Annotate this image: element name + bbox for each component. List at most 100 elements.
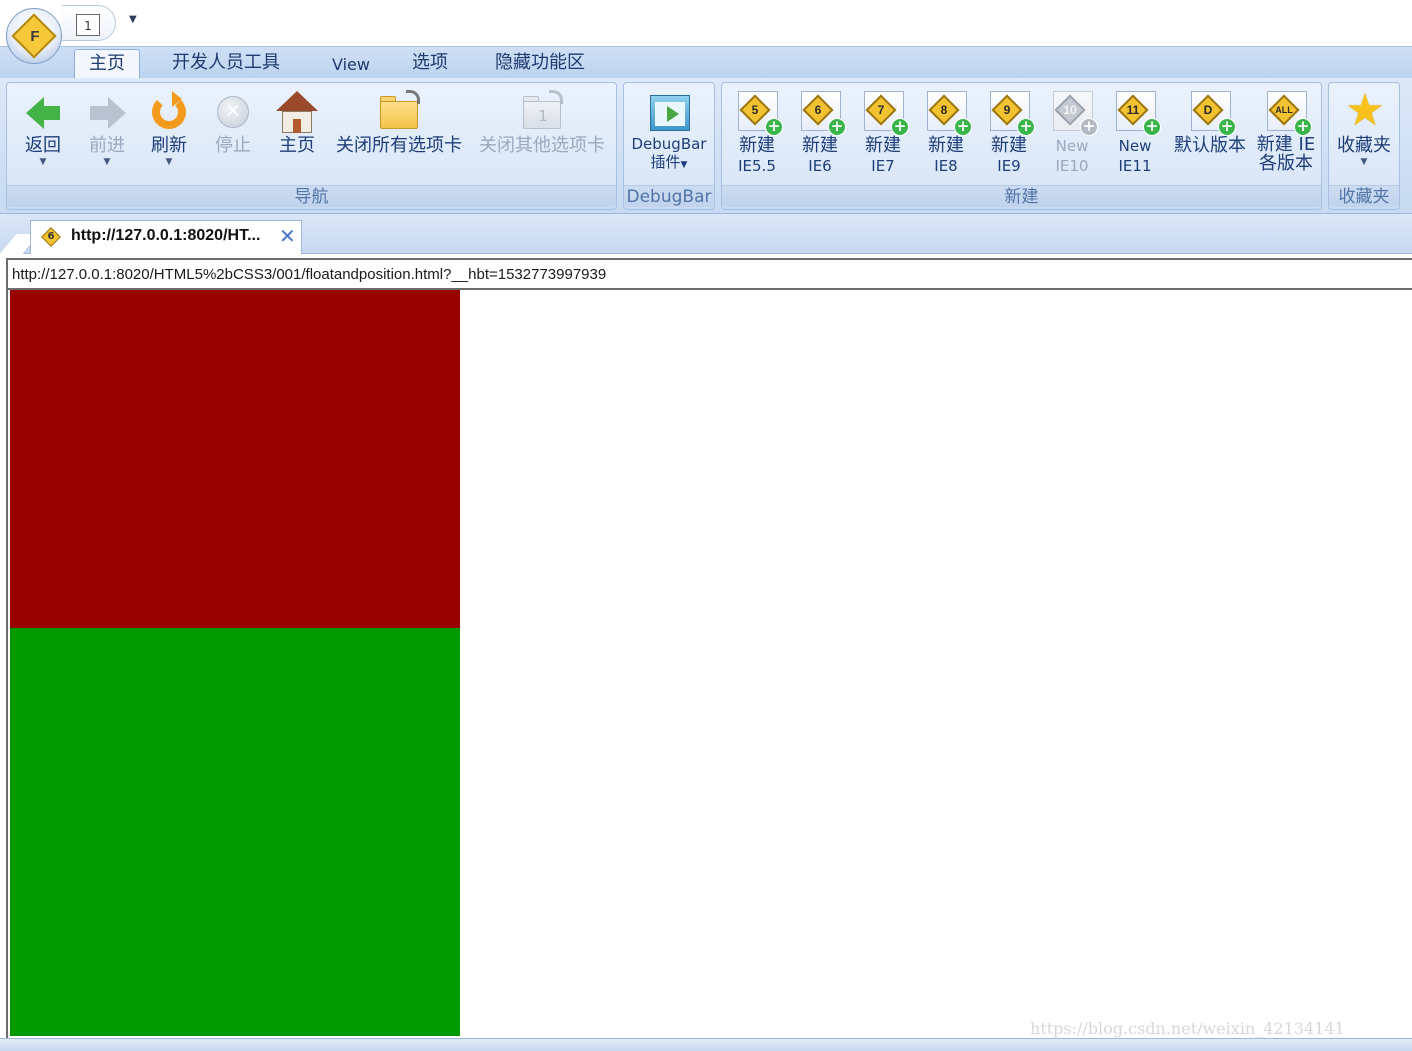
tab-home[interactable]: 主页 (74, 49, 140, 79)
favorites-button[interactable]: ★ 收藏夹 ▼ (1331, 87, 1397, 181)
default-version-label: 默认版本 (1174, 135, 1246, 156)
new-ie55-button[interactable]: 5 + 新建 IE5.5 (728, 87, 786, 181)
green-box (10, 628, 460, 1036)
refresh-label: 刷新 (151, 135, 187, 156)
tab-hide-ribbon[interactable]: 隐藏功能区 (481, 49, 599, 79)
quick-access-new-tab-button[interactable]: 1 (62, 5, 116, 41)
debugbar-label-line1: DebugBar (631, 135, 707, 153)
title-bar: F 1 ▼ (0, 0, 1412, 64)
default-version-button[interactable]: D + 默认版本 (1169, 87, 1251, 181)
refresh-dropdown-icon[interactable]: ▼ (141, 157, 197, 167)
refresh-icon (146, 89, 192, 135)
ie-all-versions-icon: ALL + (1263, 89, 1312, 136)
new-ie10-button[interactable]: 10 + New IE10 (1043, 87, 1101, 181)
quick-access-dropdown-icon[interactable]: ▼ (129, 14, 137, 25)
new-ie11-label2: IE11 (1118, 157, 1152, 175)
new-ie8-label1: 新建 (928, 135, 964, 156)
red-box (10, 290, 460, 628)
ie7-icon: 7 + (860, 89, 909, 136)
debugbar-icon (646, 89, 692, 135)
close-all-tabs-button[interactable]: 关闭所有选项卡 (329, 87, 469, 181)
new-ie11-label1: New (1118, 137, 1152, 155)
forward-arrow-icon (84, 89, 130, 135)
new-ie-all-label2: 各版本 (1259, 153, 1313, 174)
navigation-group: 返回 ▼ 前进 ▼ 刷新 ▼ ✕ 停止 主页 关闭所有选项卡 1 关闭其他选项卡… (6, 82, 617, 210)
new-ie9-label1: 新建 (991, 135, 1027, 156)
new-ie7-button[interactable]: 7 + 新建 IE7 (854, 87, 912, 181)
folder-disabled-icon: 1 (519, 89, 565, 135)
new-ie9-label2: IE9 (997, 157, 1021, 175)
new-ie11-button[interactable]: 11 + New IE11 (1106, 87, 1164, 181)
address-input[interactable] (12, 262, 1402, 286)
close-other-tabs-button[interactable]: 1 关闭其他选项卡 (472, 87, 612, 181)
tab-options[interactable]: 选项 (398, 49, 462, 79)
refresh-button[interactable]: 刷新 ▼ (141, 87, 197, 181)
new-ie6-button[interactable]: 6 + 新建 IE6 (791, 87, 849, 181)
favorites-dropdown-icon[interactable]: ▼ (1331, 157, 1397, 167)
page-viewport (6, 290, 1412, 1038)
home-label: 主页 (279, 135, 315, 156)
navigation-group-label: 导航 (7, 185, 616, 207)
close-other-tabs-label: 关闭其他选项卡 (479, 135, 605, 156)
orb-letter: F (30, 28, 40, 45)
back-arrow-icon (20, 89, 66, 135)
new-ie6-label1: 新建 (802, 135, 838, 156)
browser-tab-active[interactable]: 6 http://127.0.0.1:8020/HT... ✕ (30, 220, 302, 254)
new-ie10-label1: New (1055, 137, 1089, 155)
back-dropdown-icon[interactable]: ▼ (15, 157, 71, 167)
browser-tab-strip: 6 http://127.0.0.1:8020/HT... ✕ (0, 214, 1412, 254)
favorites-group-label: 收藏夹 (1329, 185, 1399, 207)
folder-icon (376, 89, 422, 135)
new-tab-icon: 1 (76, 14, 100, 36)
close-all-tabs-label: 关闭所有选项卡 (336, 135, 462, 156)
favorites-group: ★ 收藏夹 ▼ 收藏夹 (1328, 82, 1400, 210)
new-ie10-label2: IE10 (1055, 157, 1089, 175)
ie11-icon: 11 + (1112, 89, 1161, 136)
close-tab-icon[interactable]: ✕ (279, 224, 296, 248)
forward-button[interactable]: 前进 ▼ (79, 87, 135, 181)
address-bar (6, 258, 1412, 290)
stop-label: 停止 (215, 135, 251, 156)
tab-view[interactable]: View (318, 51, 384, 81)
ribbon-body: 返回 ▼ 前进 ▼ 刷新 ▼ ✕ 停止 主页 关闭所有选项卡 1 关闭其他选项卡… (0, 78, 1412, 214)
debugbar-group: DebugBar 插件▼ DebugBar (623, 82, 715, 210)
stop-icon: ✕ (210, 89, 256, 135)
favorites-button-label: 收藏夹 (1337, 135, 1391, 156)
tab-developer-tools[interactable]: 开发人员工具 (158, 49, 294, 79)
debugbar-group-label: DebugBar (624, 185, 714, 207)
new-group-label: 新建 (722, 185, 1321, 207)
default-version-icon: D + (1187, 89, 1236, 136)
new-ie8-label2: IE8 (934, 157, 958, 175)
new-ie55-label2: IE5.5 (738, 157, 776, 175)
application-menu-button[interactable]: F (6, 8, 62, 64)
new-ie8-button[interactable]: 8 + 新建 IE8 (917, 87, 975, 181)
back-label: 返回 (25, 135, 61, 156)
debugbar-label-line2: 插件▼ (650, 153, 688, 171)
status-bar (0, 1038, 1412, 1051)
house-icon (274, 89, 320, 135)
new-ie-all-label1: 新建 IE (1256, 134, 1316, 155)
forward-label: 前进 (89, 135, 125, 156)
ie55-icon: 5 + (734, 89, 783, 136)
new-ie55-label1: 新建 (739, 135, 775, 156)
ie8-icon: 8 + (923, 89, 972, 136)
new-group: 5 + 新建 IE5.5 6 + 新建 IE6 7 + 新建 IE7 8 + 新建 IE… (721, 82, 1322, 210)
browser-tab-title: http://127.0.0.1:8020/HT... (71, 227, 261, 244)
home-button[interactable]: 主页 (269, 87, 325, 181)
new-ie7-label2: IE7 (871, 157, 895, 175)
new-ie7-label1: 新建 (865, 135, 901, 156)
watermark: https://blog.csdn.net/weixin_42134141 (1030, 1019, 1345, 1038)
ie10-disabled-icon: 10 + (1049, 89, 1098, 136)
ribbon-tab-bar: 主页 开发人员工具 View 选项 隐藏功能区 (0, 46, 1412, 81)
back-button[interactable]: 返回 ▼ (15, 87, 71, 181)
star-icon: ★ (1345, 85, 1385, 136)
new-ie6-label2: IE6 (808, 157, 832, 175)
new-ie-all-versions-button[interactable]: ALL + 新建 IE 各版本 (1253, 87, 1319, 181)
ie6-tab-icon: 6 (41, 227, 61, 247)
new-ie9-button[interactable]: 9 + 新建 IE9 (980, 87, 1038, 181)
ie6-icon: 6 + (797, 89, 846, 136)
forward-dropdown-icon[interactable]: ▼ (79, 157, 135, 167)
debugbar-plugin-button[interactable]: DebugBar 插件▼ (626, 87, 712, 181)
ie9-icon: 9 + (986, 89, 1035, 136)
stop-button[interactable]: ✕ 停止 (205, 87, 261, 181)
